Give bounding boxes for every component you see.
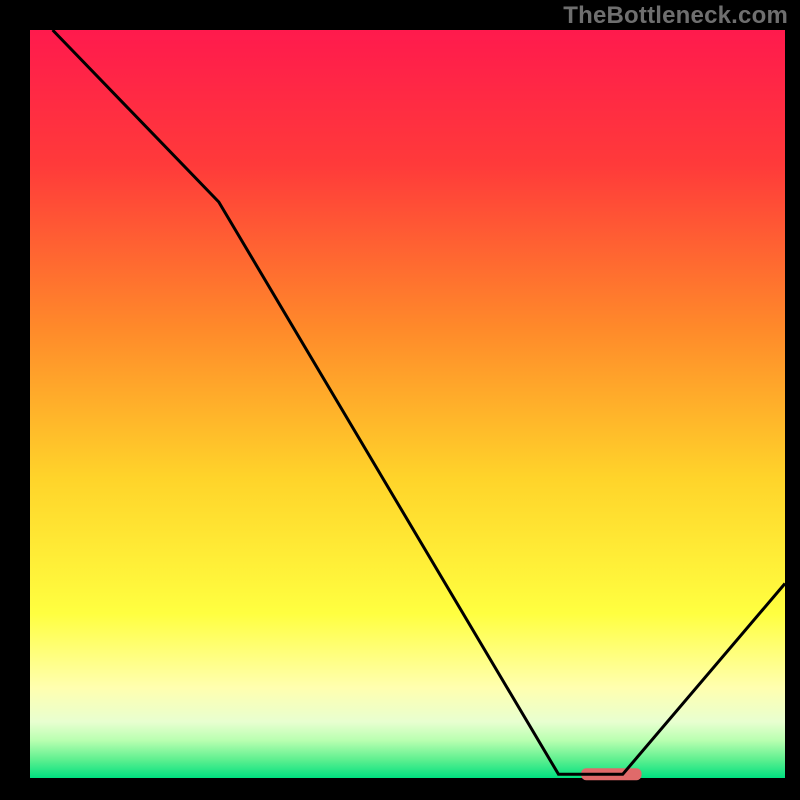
watermark-text: TheBottleneck.com	[563, 2, 788, 30]
chart-container: TheBottleneck.com	[0, 0, 800, 800]
plot-background	[30, 30, 785, 778]
bottleneck-chart	[0, 0, 800, 800]
